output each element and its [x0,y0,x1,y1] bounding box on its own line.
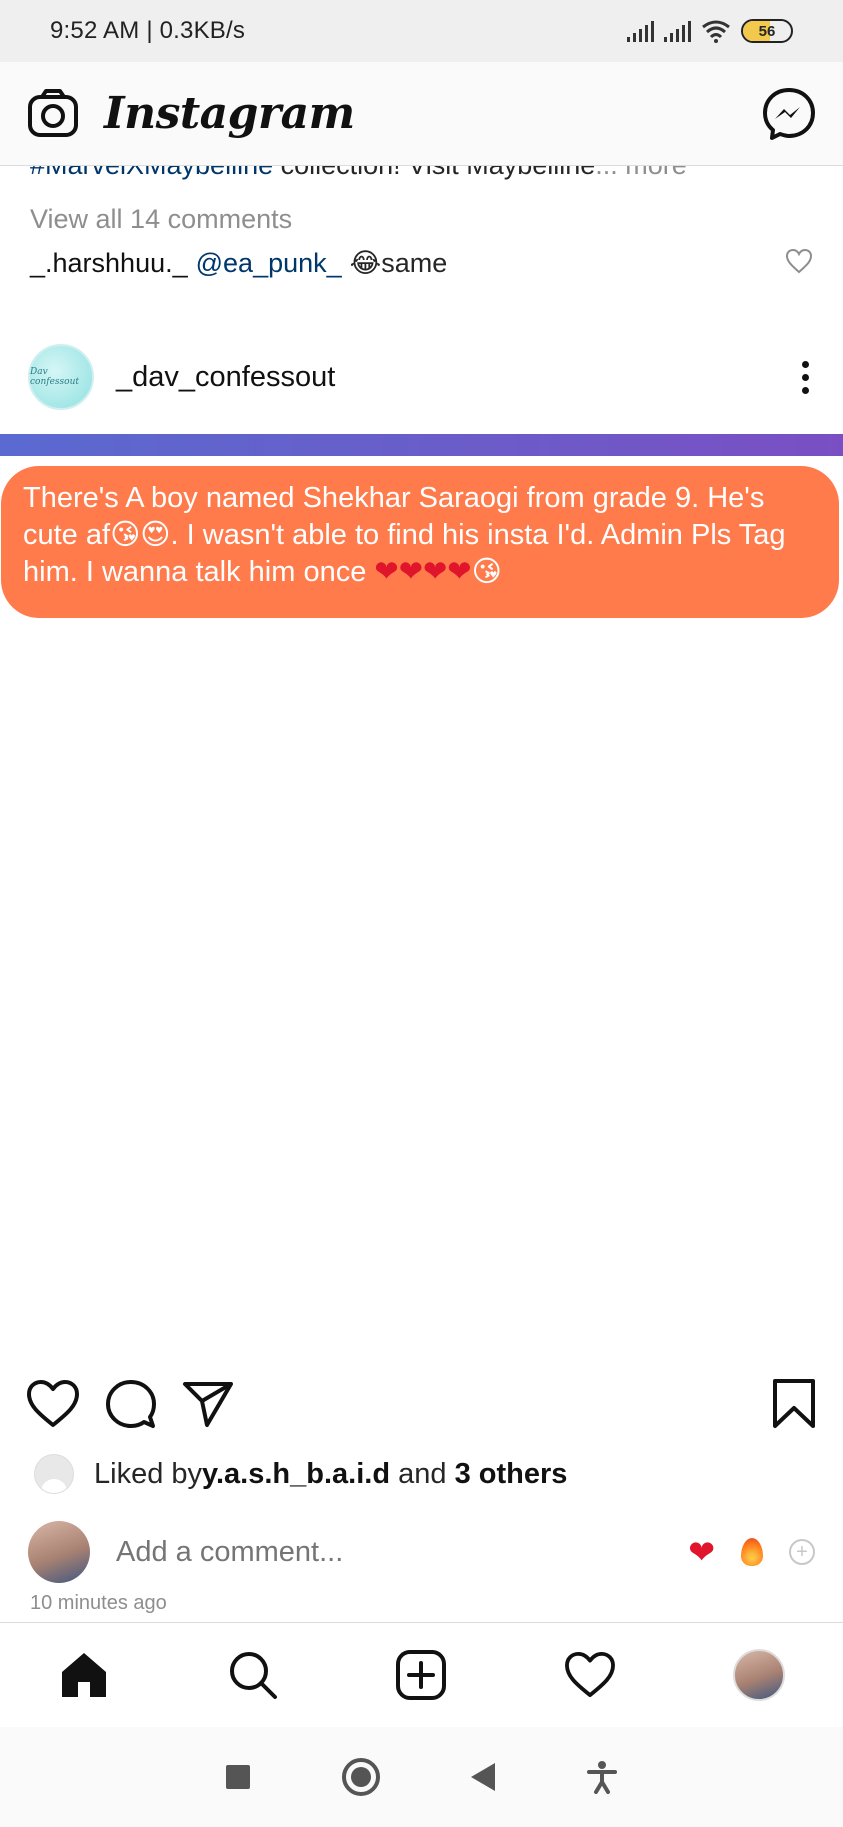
share-icon[interactable] [182,1380,234,1428]
post-header: Dav confessout _dav_confessout [28,340,815,414]
profile-avatar [732,1648,785,1701]
status-icons: 56 [627,19,793,43]
wifi-icon [702,20,730,43]
battery-level: 56 [758,22,776,40]
post-username[interactable]: _dav_confessout [116,361,335,394]
likes-middle: and [390,1457,455,1490]
confession-bubble: There's A boy named Shekhar Saraogi from… [1,466,839,618]
nav-activity[interactable] [550,1635,630,1715]
post-avatar[interactable]: Dav confessout [28,344,94,410]
comment-username[interactable]: _.harshhuu._ [30,248,188,279]
gradient-strip [0,434,843,456]
signal-icon [627,20,654,42]
instagram-logo: Instagram [104,88,355,139]
likes-others[interactable]: 3 others [455,1458,568,1491]
comment-text: same [381,248,448,278]
confession-hearts: ❤❤❤❤ [374,556,472,588]
nav-search[interactable] [213,1635,293,1715]
quick-add-reaction[interactable]: + [789,1539,815,1565]
system-nav-bar [0,1727,843,1827]
quick-reactions: ❤ + [688,1533,815,1571]
likes-row[interactable]: Liked by y.a.s.h_b.a.i.d and 3 others [34,1454,813,1494]
new-post-icon [396,1649,447,1700]
likes-prefix: Liked by [94,1457,203,1490]
liker-avatar [34,1454,74,1494]
avatar-text: Dav confessout [30,367,79,387]
signal-icon-2 [664,20,691,42]
nav-new-post[interactable] [381,1635,461,1715]
camera-icon[interactable] [26,87,80,141]
view-all-comments-link[interactable]: View all 14 comments [30,204,292,235]
more-options-icon[interactable] [796,360,815,394]
post-image[interactable]: There's A boy named Shekhar Saraogi from… [0,434,843,1354]
confession-emoji-a: 😘😍 [110,519,171,551]
home-button[interactable] [341,1758,380,1796]
status-bar: 9:52 AM | 0.3KB/s 56 [0,0,843,62]
quick-heart-reaction[interactable]: ❤ [688,1533,715,1571]
confession-emoji-b: 😘 [471,556,502,588]
home-icon [62,1652,107,1697]
recents-button[interactable] [225,1765,250,1789]
quick-fire-reaction[interactable] [741,1538,763,1566]
comment-icon[interactable] [106,1379,156,1429]
post-action-bar [26,1374,817,1434]
comment-row: _.harshhuu._ @ea_punk_ 😂 same [30,248,813,279]
current-user-avatar [28,1521,90,1583]
likes-user[interactable]: y.a.s.h_b.a.i.d [202,1458,390,1491]
comment-mention[interactable]: @ea_punk_ [196,248,342,279]
add-comment-input[interactable] [116,1535,689,1569]
accessibility-icon[interactable] [587,1760,618,1794]
bottom-nav [0,1622,843,1726]
battery-icon: 56 [741,19,793,43]
messenger-icon[interactable] [761,86,817,142]
status-time: 9:52 AM | 0.3KB/s [50,17,246,44]
add-comment-row: ❤ + [28,1520,815,1584]
app-header: Instagram [0,62,843,166]
save-bookmark-icon[interactable] [771,1378,817,1430]
comment-emoji: 😂 [349,248,382,278]
like-icon[interactable] [26,1379,80,1429]
back-button[interactable] [471,1763,496,1791]
comment-like-icon[interactable] [785,248,813,274]
nav-profile[interactable] [719,1635,799,1715]
nav-home[interactable] [44,1635,124,1715]
activity-heart-icon [565,1651,616,1697]
search-icon [229,1651,277,1699]
post-timestamp: 10 minutes ago [30,1592,167,1614]
